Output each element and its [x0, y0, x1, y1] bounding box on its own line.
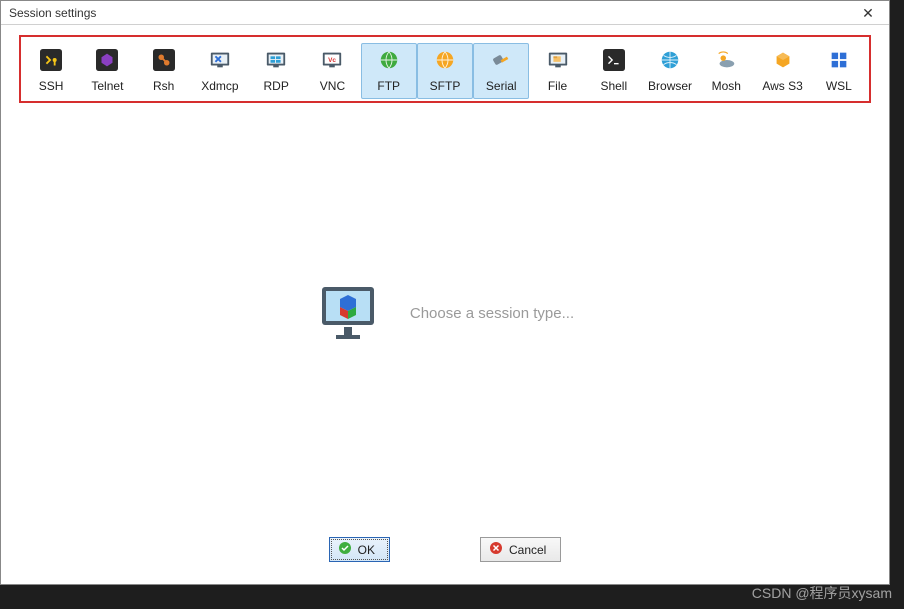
session-ftp-button[interactable]: FTP [361, 43, 417, 99]
cancel-button[interactable]: Cancel [480, 537, 561, 562]
ok-button[interactable]: OK [329, 537, 390, 562]
session-label: WSL [826, 79, 852, 93]
session-label: Serial [486, 79, 517, 93]
session-label: File [548, 79, 567, 93]
session-sftp-button[interactable]: SFTP [417, 43, 473, 99]
session-vnc-button[interactable]: Vc VNC [304, 43, 360, 99]
session-mosh-button[interactable]: Mosh [698, 43, 754, 99]
session-rdp-button[interactable]: RDP [248, 43, 304, 99]
session-label: Aws S3 [762, 79, 802, 93]
session-label: Xdmcp [201, 79, 238, 93]
mosh-icon [713, 47, 739, 73]
session-xdmcp-button[interactable]: Xdmcp [192, 43, 248, 99]
session-awss3-button[interactable]: Aws S3 [754, 43, 810, 99]
session-telnet-button[interactable]: Telnet [79, 43, 135, 99]
session-label: FTP [377, 79, 400, 93]
ftp-icon [376, 47, 402, 73]
titlebar: Session settings ✕ [1, 1, 889, 25]
serial-icon [488, 47, 514, 73]
session-label: Shell [600, 79, 627, 93]
file-icon [545, 47, 571, 73]
session-ssh-button[interactable]: SSH [23, 43, 79, 99]
session-browser-button[interactable]: Browser [642, 43, 698, 99]
main-area: Choose a session type... [1, 103, 889, 523]
session-label: Browser [648, 79, 692, 93]
session-label: Telnet [91, 79, 123, 93]
sftp-icon [432, 47, 458, 73]
session-settings-dialog: Session settings ✕ SSH Telnet Rsh Xdmcp RDP V… [0, 0, 890, 585]
cancel-label: Cancel [509, 543, 546, 557]
session-label: RDP [264, 79, 289, 93]
session-label: SFTP [430, 79, 461, 93]
session-serial-button[interactable]: Serial [473, 43, 529, 99]
monitor-icon [316, 281, 380, 345]
ok-label: OK [358, 543, 375, 557]
session-shell-button[interactable]: Shell [586, 43, 642, 99]
cancel-icon [489, 541, 503, 558]
vnc-icon: Vc [319, 47, 345, 73]
wsl-icon [826, 47, 852, 73]
session-label: SSH [39, 79, 64, 93]
rsh-icon [151, 47, 177, 73]
session-label: Rsh [153, 79, 174, 93]
svg-text:Vc: Vc [329, 57, 337, 64]
shell-icon [601, 47, 627, 73]
session-label: Mosh [712, 79, 741, 93]
telnet-icon [94, 47, 120, 73]
check-icon [338, 541, 352, 558]
awss3-icon [770, 47, 796, 73]
watermark: CSDN @程序员xysam [752, 583, 892, 603]
prompt-text: Choose a session type... [410, 305, 574, 322]
close-icon[interactable]: ✕ [853, 3, 883, 23]
window-title: Session settings [9, 6, 96, 20]
browser-icon [657, 47, 683, 73]
session-toolbar: SSH Telnet Rsh Xdmcp RDP Vc VNC FTP SFTP Serial Fi… [19, 35, 871, 103]
session-file-button[interactable]: File [529, 43, 585, 99]
session-wsl-button[interactable]: WSL [811, 43, 867, 99]
rdp-icon [263, 47, 289, 73]
ssh-icon [38, 47, 64, 73]
button-row: OK Cancel [1, 523, 889, 584]
session-rsh-button[interactable]: Rsh [136, 43, 192, 99]
xdmcp-icon [207, 47, 233, 73]
session-label: VNC [320, 79, 345, 93]
